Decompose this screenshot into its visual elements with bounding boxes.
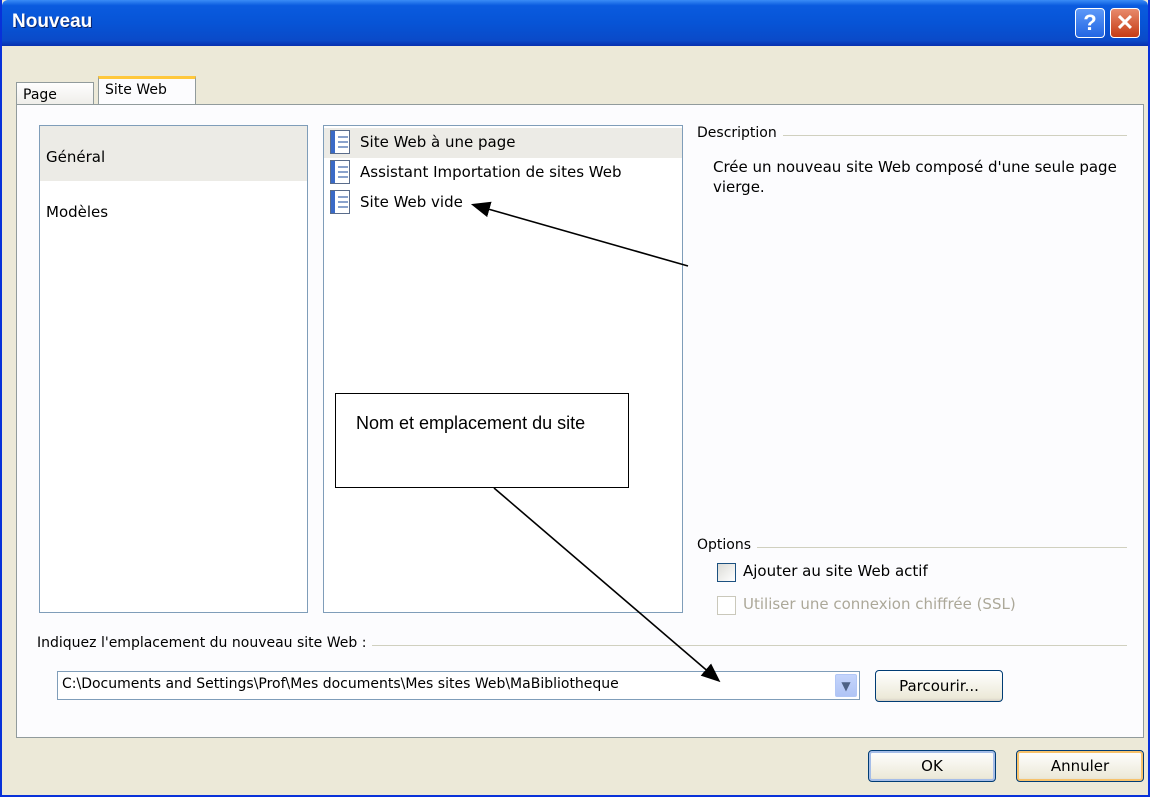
arrow-to-location [493,487,721,683]
arrow-to-empty-site [470,201,689,267]
new-dialog-window: Nouveau ? ✕ Page Site Web Général Modèle… [0,0,1150,797]
annotation-arrows [470,201,721,683]
